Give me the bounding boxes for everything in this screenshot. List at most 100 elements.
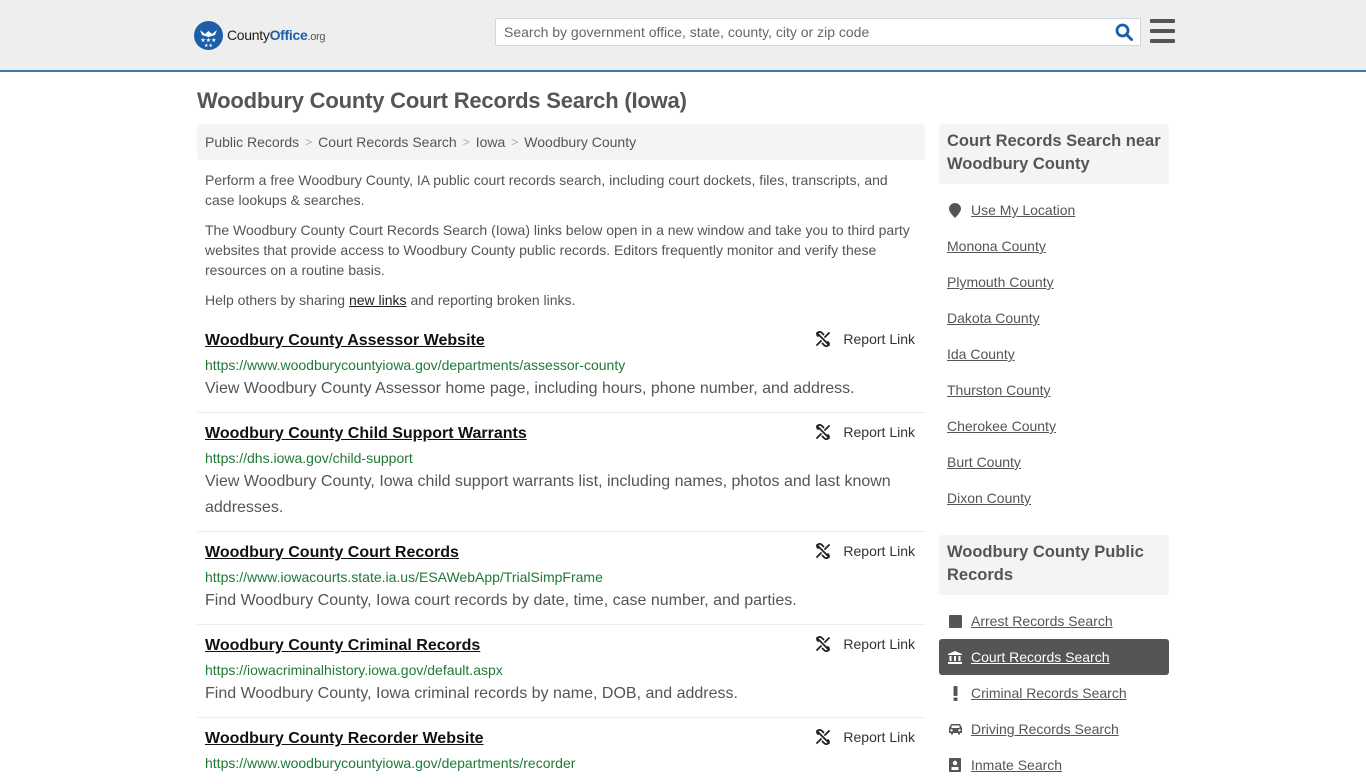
breadcrumb-court-records-search[interactable]: Court Records Search [318,134,457,150]
intro-paragraph-2: The Woodbury County Court Records Search… [205,222,910,278]
breadcrumb-separator: > [462,135,470,149]
search-icon [1115,23,1133,41]
nearby-county-link[interactable]: Dixon County [947,490,1031,506]
nearby-county-list: Use My Location Monona County Plymouth C… [939,184,1169,516]
driving-records-search-link[interactable]: Driving Records Search [971,721,1119,737]
resource-link-description: View Woodbury County, Iowa child support… [205,473,891,516]
intro-paragraph-1: Perform a free Woodbury County, IA publi… [205,172,888,208]
resource-link-url: https://www.woodburycountyiowa.gov/depar… [205,357,626,373]
nearby-county-link[interactable]: Thurston County [947,382,1051,398]
resource-link-url: https://iowacriminalhistory.iowa.gov/def… [205,662,503,678]
breadcrumb-public-records[interactable]: Public Records [205,134,299,150]
hamburger-menu-button[interactable] [1150,19,1175,43]
intro-text: Perform a free Woodbury County, IA publi… [205,170,917,320]
nearby-county-item: Cherokee County [939,408,1169,444]
nearby-county-item: Plymouth County [939,264,1169,300]
breadcrumb-separator: > [305,135,313,149]
nearby-county-item: Ida County [939,336,1169,372]
nearby-heading: Court Records Search near Woodbury Count… [939,124,1169,184]
criminal-records-search-link[interactable]: Criminal Records Search [971,685,1127,701]
menu-bar [1150,39,1175,43]
report-link-button[interactable]: Report Link [815,729,915,745]
search-box [495,18,1141,46]
new-links-link[interactable]: new links [349,292,407,308]
exclamation-icon [947,685,963,701]
resource-link-title[interactable]: Woodbury County Criminal Records [205,634,480,658]
inmate-icon [947,757,963,773]
report-link-label: Report Link [843,636,915,652]
report-link-button[interactable]: Report Link [815,543,915,559]
report-link-button[interactable]: Report Link [815,424,915,440]
intro-text-fragment: and reporting broken links. [406,292,576,308]
breadcrumb: Public Records > Court Records Search > … [197,124,925,160]
inmate-search-link[interactable]: Inmate Search [971,757,1062,773]
car-icon [947,721,963,737]
square-icon [947,613,963,629]
page-title: Woodbury County Court Records Search (Io… [197,88,687,113]
resource-link-url: https://www.iowacourts.state.ia.us/ESAWe… [205,569,603,585]
map-marker-icon [947,202,963,218]
report-link-label: Report Link [843,424,915,440]
search-input[interactable] [496,19,1108,45]
nearby-county-item: Dakota County [939,300,1169,336]
public-records-heading: Woodbury County Public Records [939,535,1169,595]
arrest-records-search-link[interactable]: Arrest Records Search [971,613,1113,629]
breadcrumb-iowa[interactable]: Iowa [476,134,506,150]
nearby-county-item: Monona County [939,228,1169,264]
resource-link-url: https://dhs.iowa.gov/child-support [205,450,413,466]
nearby-county-link[interactable]: Plymouth County [947,274,1054,290]
report-link-button[interactable]: Report Link [815,636,915,652]
broken-link-icon [816,331,831,347]
sidebar: Court Records Search near Woodbury Count… [939,124,1169,783]
report-link-button[interactable]: Report Link [815,331,915,347]
resource-link-item: Woodbury County Court Records Report Lin… [197,532,925,625]
court-records-search-link[interactable]: Court Records Search [971,649,1110,665]
nearby-county-link[interactable]: Ida County [947,346,1015,362]
resource-link-title[interactable]: Woodbury County Assessor Website [205,329,485,353]
public-records-item-arrest: Arrest Records Search [939,603,1169,639]
use-my-location-link[interactable]: Use My Location [971,202,1075,218]
nearby-county-item: Dixon County [939,480,1169,516]
site-header: ★★★ ★★ CountyOffice.org [0,0,1366,72]
public-records-item-inmate: Inmate Search [939,747,1169,783]
nearby-county-item: Thurston County [939,372,1169,408]
breadcrumb-separator: > [511,135,519,149]
nearby-county-link[interactable]: Burt County [947,454,1021,470]
resource-link-title[interactable]: Woodbury County Recorder Website [205,727,484,751]
broken-link-icon [816,424,831,440]
nearby-county-link[interactable]: Cherokee County [947,418,1056,434]
resource-link-title[interactable]: Woodbury County Court Records [205,541,459,565]
nearby-county-link[interactable]: Monona County [947,238,1046,254]
resource-link-description: Find Woodbury County, Iowa criminal reco… [205,685,738,702]
broken-link-icon [816,543,831,559]
broken-link-icon [816,729,831,745]
resource-link-item: Woodbury County Recorder Website Report … [197,718,925,784]
menu-bar [1150,19,1175,23]
svg-text:★★: ★★ [204,43,213,49]
resource-link-item: Woodbury County Child Support Warrants R… [197,413,925,532]
resource-link-url: https://www.woodburycountyiowa.gov/depar… [205,755,576,771]
resource-link-title[interactable]: Woodbury County Child Support Warrants [205,422,527,446]
courthouse-icon [947,649,963,665]
resource-link-description: Find Woodbury County, Iowa court records… [205,592,797,609]
nearby-county-item: Burt County [939,444,1169,480]
intro-paragraph-3: Help others by sharing new links and rep… [205,290,917,310]
broken-link-icon [816,636,831,652]
public-records-list: Arrest Records Search Court Records Sear… [939,595,1169,783]
report-link-label: Report Link [843,331,915,347]
intro-text-fragment: Help others by sharing [205,292,349,308]
report-link-label: Report Link [843,543,915,559]
public-records-item-criminal: Criminal Records Search [939,675,1169,711]
public-records-item-court: Court Records Search [939,639,1169,675]
resource-link-item: Woodbury County Assessor Website Report … [197,320,925,413]
search-button[interactable] [1108,19,1140,45]
nearby-county-link[interactable]: Dakota County [947,310,1040,326]
logo-eagle-icon: ★★★ ★★ [194,20,223,50]
public-records-item-driving: Driving Records Search [939,711,1169,747]
report-link-label: Report Link [843,729,915,745]
logo-text: CountyOffice.org [227,27,326,43]
breadcrumb-woodbury-county[interactable]: Woodbury County [524,134,636,150]
use-my-location-item: Use My Location [939,192,1169,228]
resource-link-description: View Woodbury County Assessor home page,… [205,380,855,397]
site-logo[interactable]: ★★★ ★★ CountyOffice.org [194,20,326,50]
